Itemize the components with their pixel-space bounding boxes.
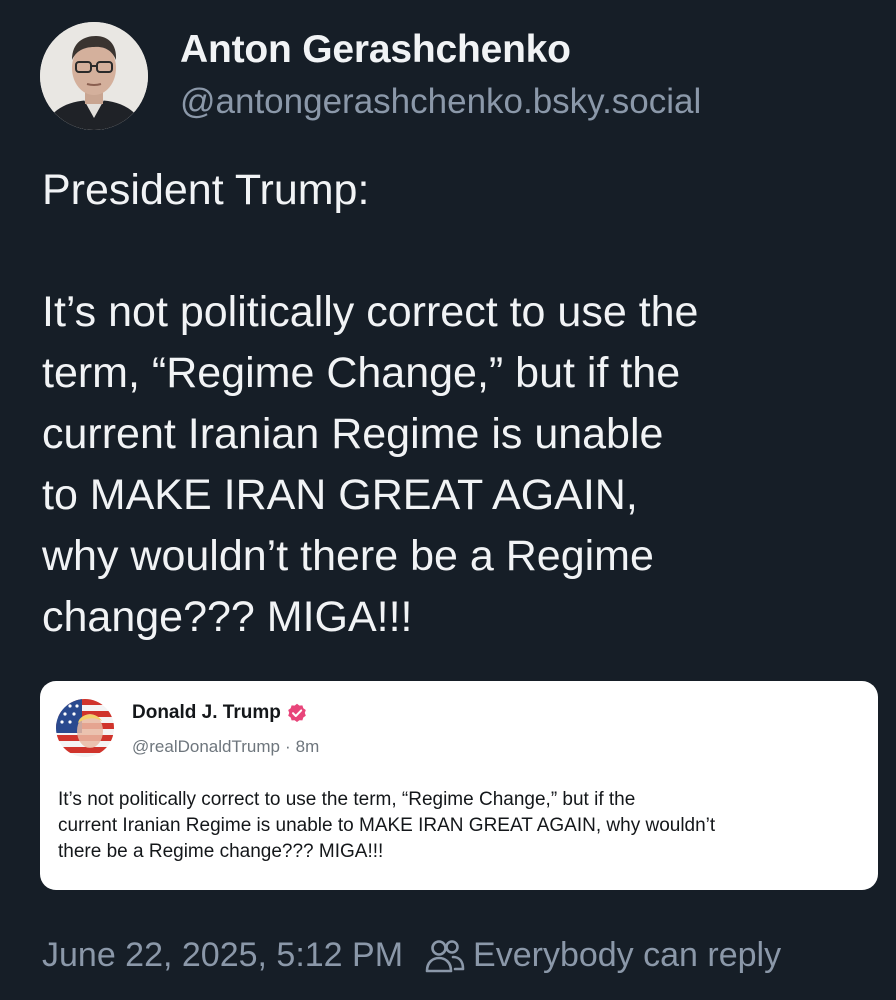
embed-text-line: It’s not politically correct to use the … (58, 789, 636, 810)
post-text-blank-line (42, 221, 872, 282)
embed-avatar-image (56, 699, 114, 757)
embed-meta: @realDonaldTrump · 8m (132, 737, 319, 757)
embed-author-name[interactable]: Donald J. Trump (132, 702, 307, 724)
post-page: Anton Gerashchenko @antongerashchenko.bs… (0, 0, 896, 1000)
author-avatar[interactable] (40, 22, 148, 130)
people-icon (425, 939, 465, 972)
embed-post-time: 8m (295, 737, 320, 756)
post-text-line: term, “Regime Change,” but if the (42, 349, 681, 397)
author-name[interactable]: Anton Gerashchenko (180, 28, 571, 72)
embed-author-name-text: Donald J. Trump (132, 702, 281, 723)
embed-author-handle[interactable]: @realDonaldTrump (132, 737, 280, 757)
post-text-line: to MAKE IRAN GREAT AGAIN, (42, 471, 638, 519)
post-text-line: It’s not politically correct to use the (42, 288, 699, 336)
post-text-line: President Trump: (42, 166, 370, 214)
post-footer: June 22, 2025, 5:12 PM Everybody can rep… (42, 936, 781, 975)
meta-separator: · (284, 737, 291, 756)
verified-badge-icon (288, 703, 306, 722)
embed-avatar (56, 699, 114, 757)
post-text: President Trump: It’s not politically co… (42, 160, 872, 648)
post-timestamp[interactable]: June 22, 2025, 5:12 PM (42, 936, 403, 975)
embedded-post-card[interactable]: Donald J. Trump @realDonaldTrump · 8m It… (40, 681, 878, 890)
embed-text-line: current Iranian Regime is unable to MAKE… (58, 815, 716, 836)
reply-setting[interactable]: Everybody can reply (425, 936, 781, 975)
embed-post-text: It’s not politically correct to use the … (58, 787, 868, 865)
post-text-line: change??? MIGA!!! (42, 593, 413, 641)
embed-text-line: there be a Regime change??? MIGA!!! (58, 841, 384, 862)
author-handle[interactable]: @antongerashchenko.bsky.social (180, 82, 701, 122)
reply-setting-label: Everybody can reply (473, 936, 782, 974)
author-avatar-image (40, 22, 148, 130)
post-text-line: why wouldn’t there be a Regime (42, 532, 654, 580)
post-text-line: current Iranian Regime is unable (42, 410, 664, 458)
